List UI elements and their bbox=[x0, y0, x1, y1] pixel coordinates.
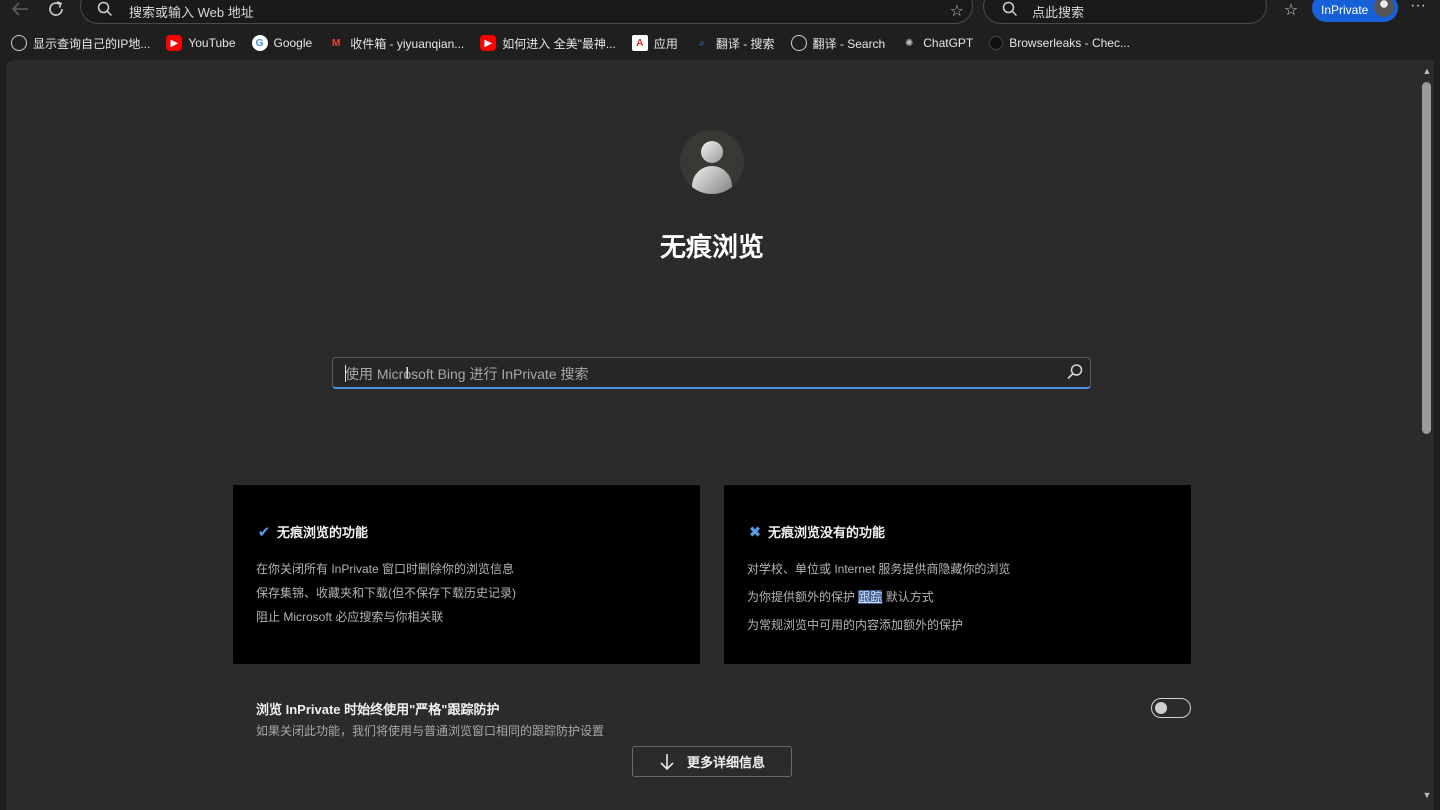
ellipsis-icon: ··· bbox=[1410, 0, 1426, 14]
text-caret bbox=[345, 365, 346, 382]
card-item-prefix: 为你提供额外的保护 bbox=[747, 590, 856, 604]
bing-search-input[interactable] bbox=[343, 362, 1047, 386]
more-info-label: 更多详细信息 bbox=[686, 755, 765, 770]
bookmark-youtube[interactable]: ▶ YouTube bbox=[166, 30, 236, 56]
bookmark-label: Google bbox=[273, 36, 313, 50]
address-text: 搜索或输入 Web 地址 bbox=[129, 5, 254, 20]
profile-avatar-icon bbox=[1374, 0, 1394, 17]
scroll-down-arrow-icon[interactable]: ▼ bbox=[1422, 790, 1432, 800]
scrollbar-thumb[interactable] bbox=[1422, 82, 1431, 434]
search-icon[interactable] bbox=[1066, 363, 1084, 381]
avatar-body bbox=[692, 166, 732, 194]
tracking-setting-title: 浏览 InPrivate 时始终使用"严格"跟踪防护 bbox=[256, 702, 500, 717]
search-box-text: 点此搜索 bbox=[1032, 5, 1085, 20]
bookmark-browserleaks[interactable]: Browserleaks - Chec... bbox=[989, 30, 1130, 56]
arrow-down-icon bbox=[660, 753, 674, 770]
page-title: 无痕浏览 bbox=[659, 232, 764, 262]
card-heading: ✖ 无痕浏览没有的功能 bbox=[747, 522, 885, 541]
favorites-button[interactable]: ☆ bbox=[1280, 0, 1302, 19]
youtube-icon: ▶ bbox=[166, 35, 183, 51]
arrow-left-icon bbox=[11, 2, 28, 16]
card-heading-text: 无痕浏览的功能 bbox=[277, 525, 369, 540]
bookmark-label: 应用 bbox=[653, 36, 678, 51]
back-button[interactable] bbox=[8, 0, 32, 20]
bookmark-label: ChatGPT bbox=[923, 36, 974, 50]
bookmarks-bar: 显示查询自己的IP地... ▶ YouTube G Google M 收件箱 -… bbox=[0, 30, 1440, 56]
bookmark-apps[interactable]: A 应用 bbox=[631, 30, 678, 56]
bookmark-gmail[interactable]: M 收件箱 - yiyuanqian... bbox=[328, 30, 464, 56]
bookmark-label: YouTube bbox=[188, 36, 236, 50]
chatgpt-icon: ✺ bbox=[905, 37, 914, 49]
scroll-up-arrow-icon[interactable]: ▲ bbox=[1422, 66, 1432, 76]
card-item: 对学校、单位或 Internet 服务提供商隐藏你的浏览 bbox=[747, 562, 1011, 576]
google-icon: G bbox=[251, 35, 268, 51]
more-options-button[interactable]: ··· bbox=[1409, 0, 1427, 18]
bookmark-translate-search[interactable]: 翻译 - Search bbox=[790, 30, 886, 56]
globe-icon bbox=[11, 35, 27, 51]
refresh-icon bbox=[49, 1, 63, 16]
browserleaks-icon bbox=[989, 36, 1004, 50]
tracking-setting-description: 如果关闭此功能，我们将使用与普通浏览窗口相同的跟踪防护设置 bbox=[256, 724, 605, 738]
card-item: 保存集锦、收藏夹和下载(但不保存下载历史记录) bbox=[256, 586, 516, 600]
toolbar-search-box[interactable]: 点此搜索 bbox=[983, 0, 1267, 24]
bookmark-translate-bing[interactable]: ⌕ 翻译 - 搜索 bbox=[694, 30, 775, 56]
bing-search-box[interactable] bbox=[332, 357, 1091, 389]
bookmark-ip-lookup[interactable]: 显示查询自己的IP地... bbox=[11, 30, 150, 56]
youtube-icon: ▶ bbox=[480, 35, 497, 51]
inprivate-label: InPrivate bbox=[1321, 3, 1369, 17]
search-icon bbox=[1002, 1, 1018, 17]
browser-toolbar: 搜索或输入 Web 地址 ☆ 点此搜索 ☆ InPrivate ··· bbox=[0, 0, 1440, 24]
card-item-suffix: 默认方式 bbox=[885, 590, 934, 604]
globe-icon bbox=[790, 35, 807, 51]
card-heading-text: 无痕浏览没有的功能 bbox=[768, 525, 886, 540]
card-item: 阻止 Microsoft 必应搜索与你相关联 bbox=[256, 610, 444, 624]
bookmark-label: 显示查询自己的IP地... bbox=[33, 36, 151, 51]
bookmark-youtube-video[interactable]: ▶ 如何进入 全美"最神... bbox=[480, 30, 616, 56]
card-heading: ✔ 无痕浏览的功能 bbox=[256, 522, 368, 541]
ibeam-cursor-icon: I bbox=[405, 365, 410, 382]
search-icon bbox=[97, 1, 113, 17]
refresh-button[interactable] bbox=[44, 0, 68, 20]
bookmark-google[interactable]: G Google bbox=[251, 30, 313, 56]
card-inprivate-doesnt: ✖ 无痕浏览没有的功能 对学校、单位或 Internet 服务提供商隐藏你的浏览… bbox=[724, 485, 1191, 664]
strict-tracking-toggle[interactable] bbox=[1151, 698, 1191, 718]
address-bar[interactable]: 搜索或输入 Web 地址 ☆ bbox=[80, 0, 973, 24]
cross-icon: ✖ bbox=[748, 523, 762, 541]
bookmark-label: 翻译 - 搜索 bbox=[715, 36, 775, 51]
card-item: 在你关闭所有 InPrivate 窗口时删除你的浏览信息 bbox=[256, 562, 515, 576]
inprivate-profile-button[interactable]: InPrivate bbox=[1312, 0, 1398, 22]
more-info-button[interactable]: 更多详细信息 bbox=[632, 746, 792, 777]
gmail-icon: M bbox=[332, 37, 341, 49]
favorites-star-icon: ☆ bbox=[1283, 2, 1299, 19]
bookmark-label: 收件箱 - yiyuanqian... bbox=[350, 36, 465, 51]
inprivate-avatar-icon bbox=[680, 130, 744, 194]
toggle-knob bbox=[1155, 702, 1167, 714]
bookmark-label: 翻译 - Search bbox=[812, 36, 886, 51]
avatar-head bbox=[701, 141, 723, 163]
checkmark-icon: ✔ bbox=[257, 523, 271, 541]
bookmark-label: 如何进入 全美"最神... bbox=[502, 36, 616, 51]
star-icon[interactable]: ☆ bbox=[950, 1, 964, 21]
apps-icon: A bbox=[631, 35, 648, 51]
card-inprivate-does: ✔ 无痕浏览的功能 在你关闭所有 InPrivate 窗口时删除你的浏览信息 保… bbox=[233, 485, 700, 664]
card-item: 为常规浏览中可用的内容添加额外的保护 bbox=[747, 618, 964, 632]
card-item-with-link: 为你提供额外的保护 跟踪 默认方式 bbox=[747, 588, 934, 605]
bookmark-label: Browserleaks - Chec... bbox=[1009, 36, 1130, 50]
bing-icon: ⌕ bbox=[699, 37, 705, 49]
bookmark-chatgpt[interactable]: ✺ ChatGPT bbox=[901, 30, 973, 56]
tracking-link[interactable]: 跟踪 bbox=[858, 590, 883, 604]
